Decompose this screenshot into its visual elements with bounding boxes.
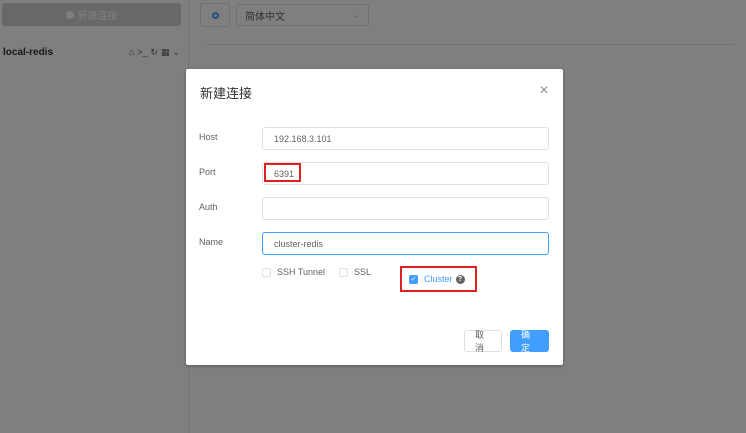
checkbox-box[interactable] <box>339 267 349 277</box>
name-input[interactable] <box>262 232 549 255</box>
port-input[interactable] <box>262 162 549 185</box>
ssh-tunnel-label: SSH Tunnel <box>277 267 326 277</box>
name-label: Name <box>199 237 224 247</box>
close-icon[interactable]: ✕ <box>539 83 549 97</box>
checkbox-box[interactable] <box>262 267 271 277</box>
ssl-label: SSL <box>354 267 372 277</box>
auth-input[interactable] <box>262 197 549 220</box>
cancel-button[interactable]: 取消 <box>464 330 502 353</box>
port-label: Port <box>199 167 216 177</box>
cluster-label: Cluster <box>424 274 453 284</box>
cluster-highlight-box: ✓ Cluster ? <box>400 266 477 292</box>
host-input[interactable] <box>262 127 549 150</box>
dialog-title: 新建连接 <box>200 86 253 101</box>
check-icon[interactable]: ✓ <box>409 274 418 284</box>
help-icon[interactable]: ? <box>455 274 465 284</box>
port-row: Port <box>186 162 563 185</box>
auth-row: Auth <box>186 197 563 220</box>
ok-button[interactable]: 确定 <box>510 330 549 353</box>
new-connection-dialog: 新建连接 ✕ Host Port Auth Name SSH Tunnel SS… <box>186 69 563 365</box>
ssl-checkbox[interactable]: SSL <box>339 267 371 277</box>
options-group: SSH Tunnel SSL <box>262 267 385 277</box>
host-label: Host <box>199 132 218 142</box>
host-row: Host <box>186 127 563 150</box>
auth-label: Auth <box>199 202 218 212</box>
cluster-checkbox[interactable]: ✓ Cluster <box>409 274 453 284</box>
name-row: Name <box>186 232 563 255</box>
dialog-footer: 取消 确定 <box>464 330 549 353</box>
ssh-tunnel-checkbox[interactable]: SSH Tunnel <box>262 267 325 277</box>
